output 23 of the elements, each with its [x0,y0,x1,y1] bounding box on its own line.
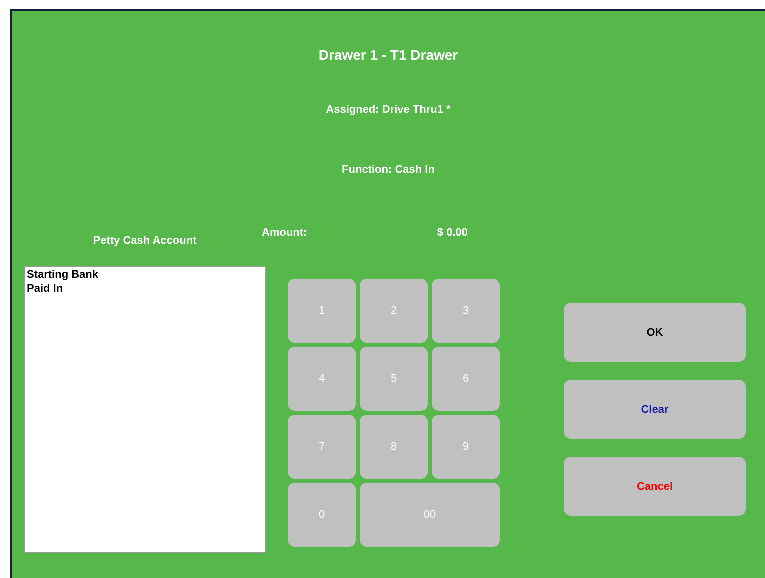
account-item[interactable]: Starting Bank [27,268,263,282]
keypad-key[interactable]: 1 [288,279,356,343]
amount-value: $ 0.00 [437,227,468,240]
account-item[interactable]: Paid In [27,282,263,296]
keypad-key[interactable]: 8 [360,415,428,479]
account-list[interactable]: Starting Bank Paid In [24,266,266,553]
clear-button[interactable]: Clear [564,380,746,439]
keypad-key[interactable]: 9 [432,415,500,479]
cancel-button[interactable]: Cancel [564,457,746,516]
keypad-key[interactable]: 3 [432,279,500,343]
ok-button[interactable]: OK [564,303,746,362]
keypad-key[interactable]: 5 [360,347,428,411]
keypad-key[interactable]: 00 [360,483,500,547]
keypad-key[interactable]: 0 [288,483,356,547]
keypad-key[interactable]: 2 [360,279,428,343]
amount-label: Amount: [262,227,308,240]
keypad-key[interactable]: 6 [432,347,500,411]
account-label: Petty Cash Account [92,235,198,248]
keypad-key[interactable]: 4 [288,347,356,411]
function-label: Function: Cash In [341,163,436,177]
keypad-key[interactable]: 7 [288,415,356,479]
drawer-title: Drawer 1 - T1 Drawer [318,46,460,64]
assigned-label: Assigned: Drive Thru1 * [325,103,452,117]
